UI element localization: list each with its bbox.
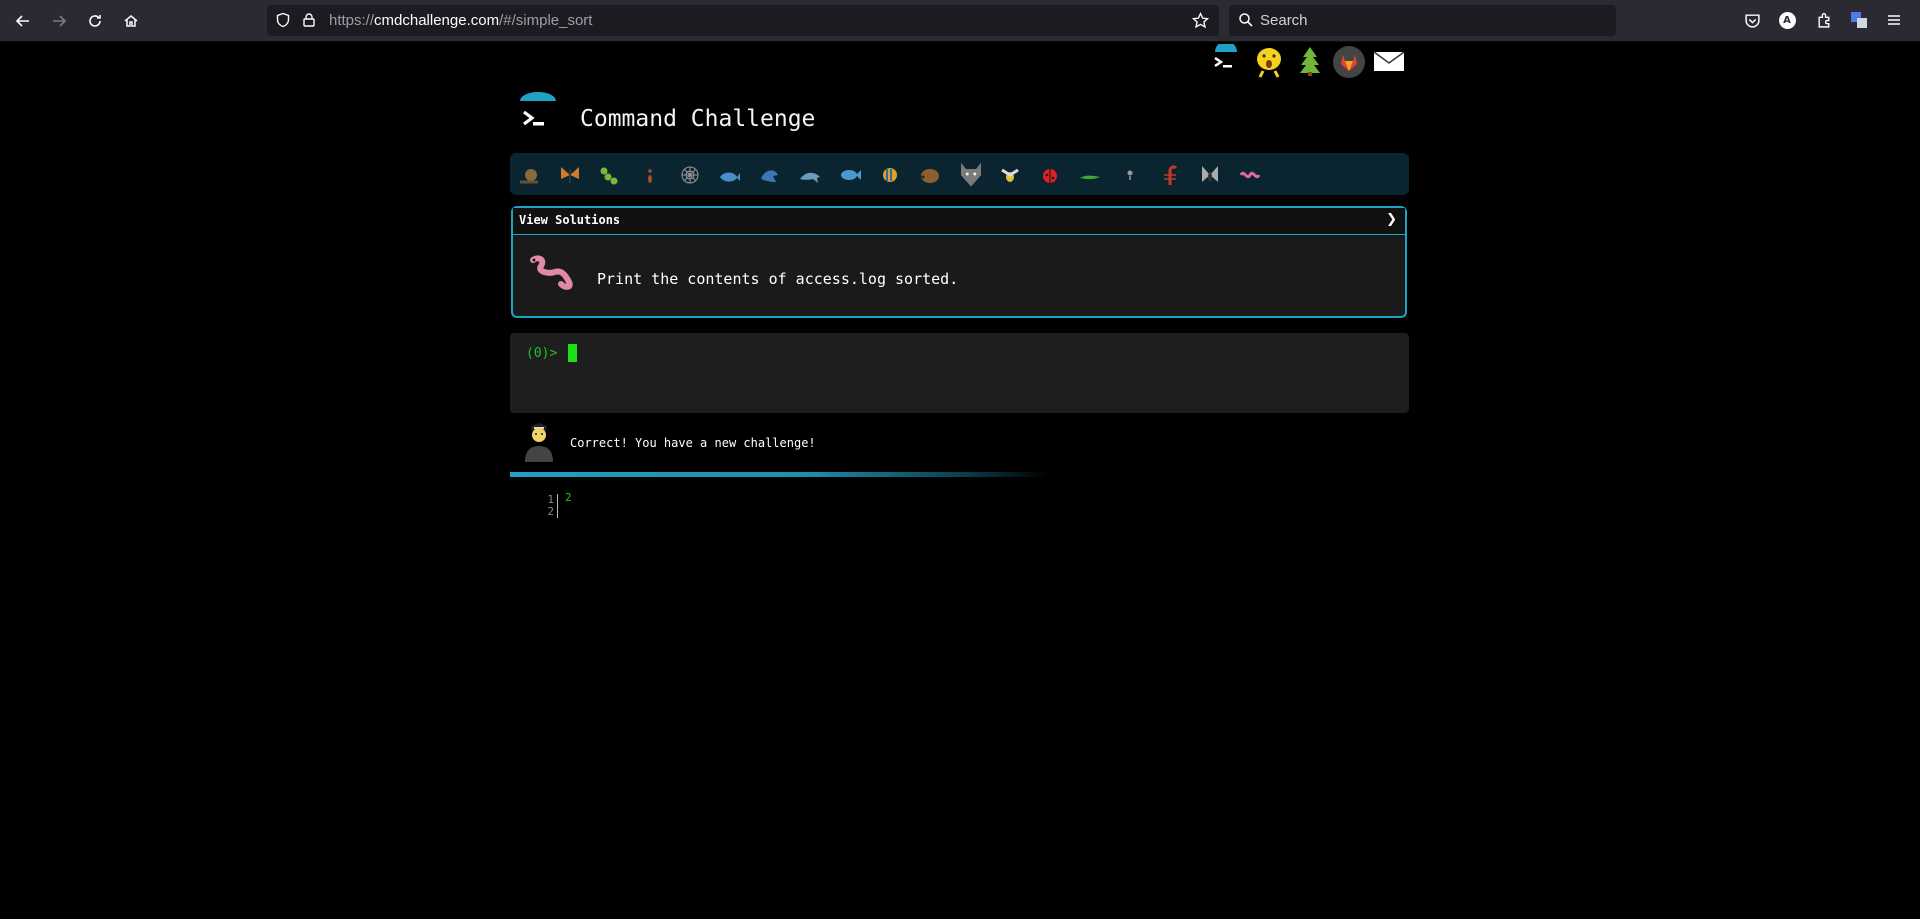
fly-icon[interactable] xyxy=(1198,163,1222,187)
terminal-cursor xyxy=(568,344,577,362)
search-icon xyxy=(1238,12,1254,28)
gutter-divider xyxy=(557,494,558,518)
terminal-logo-icon[interactable] xyxy=(1209,44,1243,78)
butterfly-icon[interactable] xyxy=(558,163,582,187)
lock-icon[interactable] xyxy=(301,12,319,30)
ant-icon[interactable] xyxy=(638,163,662,187)
chevron-right-icon: ❯ xyxy=(1386,212,1397,227)
shield-icon[interactable] xyxy=(275,12,293,30)
shark-icon[interactable] xyxy=(758,163,782,187)
account-avatar[interactable]: A xyxy=(1777,10,1797,30)
site-logo-icon[interactable] xyxy=(516,92,560,136)
pocket-icon[interactable] xyxy=(1742,10,1762,30)
wow-emoji-icon[interactable] xyxy=(1252,45,1286,79)
mail-icon[interactable] xyxy=(1372,44,1406,78)
tree-icon[interactable] xyxy=(1293,44,1327,78)
bookmark-star-icon[interactable] xyxy=(1191,11,1210,30)
challenge-progress-strip xyxy=(510,153,1409,195)
avatar-icon xyxy=(525,423,553,462)
challenge-panel: View Solutions ❯ Print the contents of a… xyxy=(511,206,1407,318)
account-initial: A xyxy=(1778,11,1796,29)
bulb-icon[interactable] xyxy=(1118,163,1142,187)
url-host: cmdchallenge.com xyxy=(374,12,500,29)
forward-button[interactable] xyxy=(46,8,72,34)
bee-icon[interactable] xyxy=(998,163,1022,187)
spider-web-icon[interactable] xyxy=(678,163,702,187)
whale-icon[interactable] xyxy=(718,163,742,187)
reload-icon xyxy=(89,15,101,27)
home-icon xyxy=(124,15,138,27)
search-bar[interactable]: Search xyxy=(1229,5,1616,36)
back-button[interactable] xyxy=(10,8,36,34)
caterpillar-icon[interactable] xyxy=(598,163,622,187)
lizard-icon[interactable] xyxy=(1078,163,1102,187)
snail-icon[interactable] xyxy=(518,163,542,187)
line-number: 2 xyxy=(547,505,554,518)
terminal-prompt: (0)> xyxy=(526,346,558,361)
arrow-right-icon xyxy=(53,15,67,27)
fish-icon[interactable] xyxy=(838,163,862,187)
view-solutions-label: View Solutions xyxy=(519,213,621,227)
hedgehog-icon[interactable] xyxy=(918,163,942,187)
challenge-description: Print the contents of access.log sorted. xyxy=(597,270,959,288)
url-bar[interactable]: https://cmdchallenge.com/#/simple_sort xyxy=(267,5,1219,36)
reload-button[interactable] xyxy=(82,8,108,34)
ladybug-icon[interactable] xyxy=(1038,163,1062,187)
terminal-input[interactable]: (0)> xyxy=(510,333,1409,413)
scorpion-icon[interactable] xyxy=(1158,163,1182,187)
feedback-message: Correct! You have a new challenge! xyxy=(570,436,816,450)
page-title: Command Challenge xyxy=(580,106,816,132)
translate-icon[interactable] xyxy=(1849,10,1869,30)
output-text: 2 xyxy=(565,491,572,504)
browser-toolbar: https://cmdchallenge.com/#/simple_sort S… xyxy=(0,0,1920,42)
view-solutions-toggle[interactable]: View Solutions ❯ xyxy=(513,208,1405,235)
dolphin-icon[interactable] xyxy=(798,163,822,187)
tropical-fish-icon[interactable] xyxy=(878,163,902,187)
progress-bar xyxy=(510,472,1050,477)
search-placeholder: Search xyxy=(1260,12,1308,29)
wolf-icon[interactable] xyxy=(956,159,986,189)
gitlab-icon[interactable] xyxy=(1332,45,1366,79)
url-text[interactable]: https://cmdchallenge.com/#/simple_sort xyxy=(329,12,592,29)
worm-icon[interactable] xyxy=(1238,163,1262,187)
home-button[interactable] xyxy=(118,8,144,34)
extensions-icon[interactable] xyxy=(1814,10,1834,30)
url-scheme: https:// xyxy=(329,12,375,29)
menu-icon[interactable] xyxy=(1884,10,1904,30)
url-path: /#/simple_sort xyxy=(499,12,593,29)
arrow-left-icon xyxy=(15,15,29,27)
worm-icon xyxy=(530,255,573,290)
